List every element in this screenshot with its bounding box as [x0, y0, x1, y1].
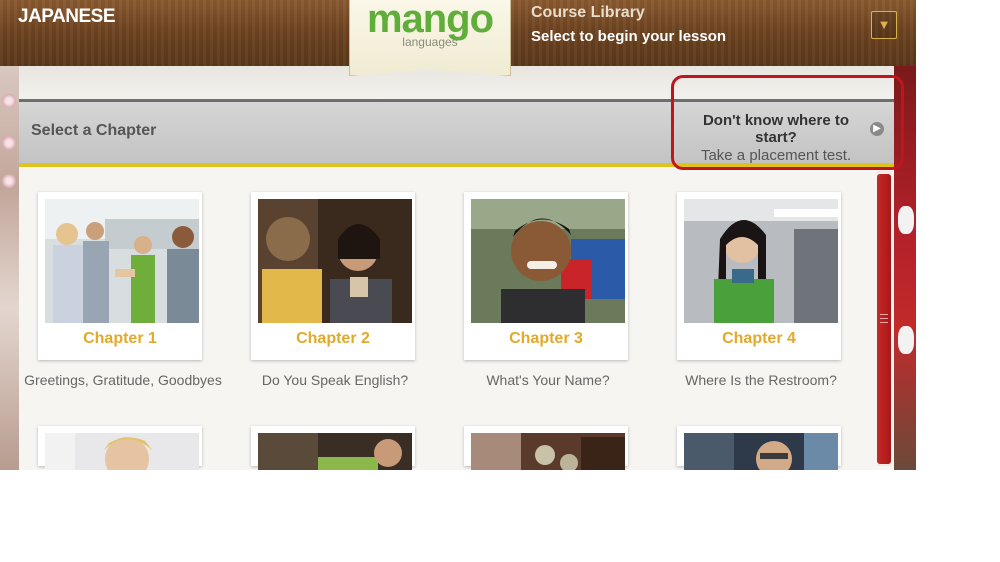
chapter-1-title: Chapter 1 [83, 330, 157, 347]
chapter-4-subtitle: Where Is the Restroom? [685, 372, 837, 388]
chapter-scrollbar-thumb[interactable] [877, 174, 891, 464]
cherry-blossom-decoration [0, 66, 19, 470]
chapter-card-8[interactable] [677, 426, 841, 470]
blossom-icon [2, 136, 16, 150]
placement-text: Take a placement test. [700, 147, 852, 164]
chapter-card-4[interactable]: Chapter 4 [677, 192, 841, 360]
mango-app-window: JAPANESE Course Library Select to begin … [0, 0, 916, 470]
chapter-4-photo [684, 199, 838, 323]
scroll-grip-line [880, 318, 888, 319]
chapter-card-2[interactable]: Chapter 2 [251, 192, 415, 360]
lantern-pattern-icon [898, 326, 914, 354]
chapter-card-7[interactable] [464, 426, 628, 470]
blossom-icon [2, 174, 16, 188]
chevron-right-icon[interactable]: ▶ [870, 122, 884, 136]
chapter-1-photo [45, 199, 199, 323]
chapter-3-title: Chapter 3 [509, 330, 583, 347]
chapter-5-photo [45, 433, 199, 470]
chapter-2-title: Chapter 2 [296, 330, 370, 347]
select-chapter-heading: Select a Chapter [31, 122, 157, 139]
lesson-instruction: Select to begin your lesson [531, 28, 727, 45]
chapter-3-photo [471, 199, 625, 323]
chapter-7-photo [471, 433, 625, 470]
lantern-pattern-icon [898, 206, 914, 234]
chapter-card-5[interactable] [38, 426, 202, 470]
chapter-1-subtitle: Greetings, Gratitude, Goodbyes [24, 372, 222, 388]
mango-logo[interactable]: mango languages [349, 0, 511, 76]
chapter-8-photo [684, 433, 838, 470]
chapter-6-photo [258, 433, 412, 470]
blossom-icon [2, 94, 16, 108]
language-title: JAPANESE [18, 6, 116, 27]
chapter-2-photo [258, 199, 412, 323]
chapter-card-1[interactable]: Chapter 1 [38, 192, 202, 360]
chapter-3-subtitle: What's Your Name? [486, 372, 610, 388]
scroll-grip-line [880, 314, 888, 315]
chapter-card-3[interactable]: Chapter 3 [464, 192, 628, 360]
chapter-4-title: Chapter 4 [722, 330, 796, 347]
course-menu-button[interactable]: ▼ [871, 11, 897, 39]
chapter-2-subtitle: Do You Speak English? [261, 372, 409, 388]
chapter-card-6[interactable] [251, 426, 415, 470]
lantern-decoration [894, 66, 916, 470]
placement-question: Don't know where to start? [702, 112, 850, 146]
chevron-down-icon: ▼ [877, 17, 891, 32]
chapter-library-panel: Select a Chapter Don't know where to sta… [19, 66, 904, 470]
course-library-label: Course Library [531, 4, 645, 21]
placement-test-link[interactable]: Don't know where to start? Take a placem… [681, 112, 871, 164]
scroll-grip-line [880, 322, 888, 323]
